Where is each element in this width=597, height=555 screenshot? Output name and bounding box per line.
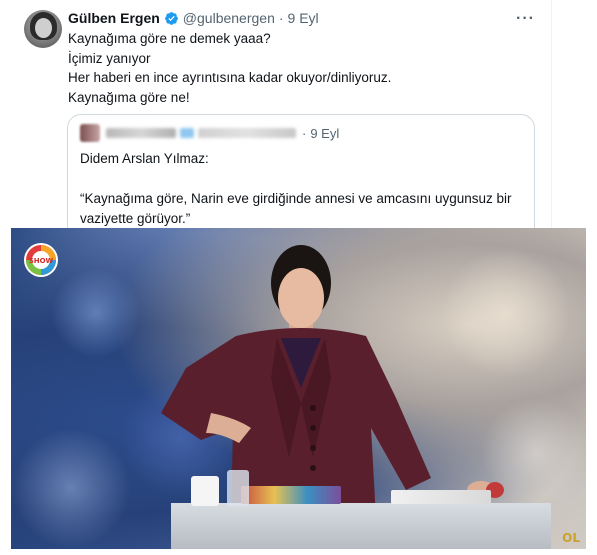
blurred-handle [198, 128, 296, 138]
verified-badge-icon [164, 11, 178, 25]
quoted-tweet-text: Didem Arslan Yılmaz: “Kaynağıma göre, Na… [80, 149, 512, 229]
timeline-border [551, 0, 552, 228]
channel-watermark: OL [562, 531, 580, 545]
more-options-icon[interactable]: ··· [516, 10, 535, 28]
tweet-line: Her haberi en ince ayrıntısına kadar oku… [68, 70, 392, 85]
quoted-line: vaziyette görüyor.” [80, 211, 191, 226]
glass [227, 470, 249, 506]
tweet-line: Kaynağıma göre ne demek yaaa? [68, 31, 271, 46]
blurred-badge [180, 128, 194, 138]
quoted-tweet-date[interactable]: 9 Eyl [310, 126, 339, 141]
quoted-line [80, 169, 512, 189]
bottom-padding [0, 549, 597, 555]
tweet-line: İçimiz yanıyor [68, 50, 151, 66]
quoted-tweet-date-separator: · [302, 125, 307, 141]
papers [391, 490, 491, 504]
tv-screenshot-image[interactable]: SHOW OL [11, 228, 586, 549]
tweet-card[interactable]: Gülben Ergen @gulbenergen · 9 Eyl ··· Ka… [0, 0, 597, 244]
desk [171, 503, 551, 549]
author-name[interactable]: Gülben Ergen [68, 10, 160, 26]
quoted-tweet-header: · 9 Eyl [80, 124, 339, 142]
papers [241, 486, 341, 504]
blurred-name [106, 128, 176, 138]
tweet-date[interactable]: 9 Eyl [288, 10, 319, 26]
tweet-text: Kaynağıma göre ne demek yaaa? İçimiz yan… [68, 29, 391, 107]
tweet-line: Kaynağıma göre ne! [68, 89, 190, 105]
author-avatar[interactable] [24, 10, 62, 48]
quoted-line: Didem Arslan Yılmaz: [80, 151, 209, 166]
mug [191, 476, 219, 506]
tweet-header: Gülben Ergen @gulbenergen · 9 Eyl [68, 9, 319, 27]
blurred-avatar [80, 124, 100, 142]
author-handle[interactable]: @gulbenergen [183, 10, 275, 26]
separator-dot: · [278, 10, 284, 26]
quoted-line: “Kaynağıma göre, Narin eve girdiğinde an… [80, 191, 512, 206]
quoted-tweet[interactable]: · 9 Eyl Didem Arslan Yılmaz: “Kaynağıma … [67, 114, 535, 244]
